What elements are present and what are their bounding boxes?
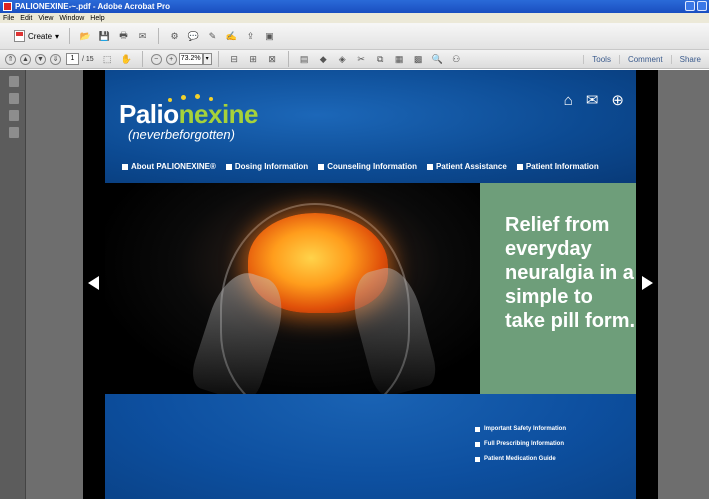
create-pdf-icon [14, 30, 25, 42]
task-panes: Tools Comment Share [583, 50, 709, 69]
full-screen-icon[interactable]: ⊠ [266, 53, 279, 66]
maximize-button[interactable] [697, 1, 707, 11]
find-icon[interactable]: 🔍 [431, 53, 444, 66]
window-controls [685, 1, 707, 11]
site-header: Palionexine (neverbeforgotten) ⌂ ✉ ⊕ Abo… [105, 70, 636, 183]
stamp-icon[interactable]: ▣ [263, 30, 276, 43]
navigation-pane [0, 70, 26, 499]
nav-about[interactable]: About PALIONEXINE® [122, 162, 216, 171]
last-page-icon[interactable]: ⇓ [50, 53, 61, 65]
first-page-icon[interactable]: ⇑ [5, 53, 16, 65]
previous-slide-arrow-icon[interactable] [88, 276, 99, 290]
hand-tool-icon[interactable]: ✋ [120, 53, 133, 66]
site-footer-area: Important Safety Information Full Prescr… [105, 394, 636, 499]
create-button[interactable]: Create ▾ [10, 28, 63, 44]
link-prescribing-information[interactable]: Full Prescribing Information [475, 441, 566, 447]
page-count: / 15 [82, 55, 94, 63]
zoom-dropdown-icon[interactable]: ▾ [202, 53, 212, 65]
minimize-button[interactable] [685, 1, 695, 11]
pdf-page: Palionexine (neverbeforgotten) ⌂ ✉ ⊕ Abo… [83, 70, 658, 499]
previous-page-icon[interactable]: ▲ [20, 53, 31, 65]
nav-dosing[interactable]: Dosing Information [226, 162, 308, 171]
menu-edit[interactable]: Edit [20, 15, 32, 22]
acrobat-app-icon [3, 2, 12, 11]
chevron-down-icon: ▾ [55, 31, 60, 41]
main-toolbar: Create ▾ 📂 💾 🖶 ✉ ⚙ 💬 ✎ ✍ ⇪ ▣ [0, 23, 709, 50]
export-icon[interactable]: ⇪ [244, 30, 257, 43]
link-safety-information[interactable]: Important Safety Information [475, 426, 566, 432]
document-area[interactable]: Palionexine (neverbeforgotten) ⌂ ✉ ⊕ Abo… [26, 70, 709, 499]
info-links: Important Safety Information Full Prescr… [475, 426, 566, 471]
toolbar-separator [158, 28, 160, 44]
create-label: Create [28, 31, 53, 41]
nav-counseling[interactable]: Counseling Information [318, 162, 417, 171]
toolbar-separator [141, 51, 143, 67]
header-icons: ⌂ ✉ ⊕ [564, 93, 624, 108]
title-bar: PALIONEXINE-~.pdf - Adobe Acrobat Pro [0, 0, 709, 13]
next-page-icon[interactable]: ▼ [35, 53, 46, 65]
sign-icon[interactable]: ✍ [225, 30, 238, 43]
window-title: PALIONEXINE-~.pdf - Adobe Acrobat Pro [15, 2, 171, 11]
comment-icon[interactable]: 💬 [187, 30, 200, 43]
site-logo[interactable]: Palionexine [119, 99, 259, 130]
hero-image [105, 183, 480, 394]
menu-view[interactable]: View [38, 15, 53, 22]
binoculars-icon[interactable]: ⚇ [450, 53, 463, 66]
cut-icon[interactable]: ✂ [355, 53, 368, 66]
settings-icon[interactable]: ⚙ [168, 30, 181, 43]
tag-icon[interactable]: ◈ [336, 53, 349, 66]
save-icon[interactable]: 💾 [98, 30, 111, 43]
attachments-icon[interactable] [9, 110, 19, 121]
paste-icon[interactable]: ▦ [393, 53, 406, 66]
open-icon[interactable]: 📂 [79, 30, 92, 43]
menu-window[interactable]: Window [59, 15, 84, 22]
copy-icon[interactable]: ⧉ [374, 53, 387, 66]
bookmarks-icon[interactable] [9, 93, 19, 104]
fit-width-icon[interactable]: ⊞ [247, 53, 260, 66]
menu-bar: File Edit View Window Help [0, 13, 709, 23]
logo-tagline: (neverbeforgotten) [128, 127, 235, 142]
zoom-level-input[interactable]: 73.2% [178, 53, 203, 65]
email-icon[interactable]: ✉ [136, 30, 149, 43]
menu-help[interactable]: Help [90, 15, 104, 22]
zoom-out-icon[interactable]: − [150, 53, 162, 65]
page-number-input[interactable]: 1 [66, 53, 79, 65]
pages-icon[interactable] [9, 76, 19, 87]
toolbar-separator [287, 51, 289, 67]
select-tool-icon[interactable]: ⬚ [101, 53, 114, 66]
link-medication-guide[interactable]: Patient Medication Guide [475, 456, 566, 462]
zoom-in-icon[interactable]: + [165, 53, 177, 65]
signatures-icon[interactable] [9, 127, 19, 138]
save-copy-icon[interactable]: ▤ [298, 53, 311, 66]
site-nav: About PALIONEXINE® Dosing Information Co… [122, 162, 599, 171]
share-pane-button[interactable]: Share [670, 55, 709, 64]
hero-headline: Relief from everyday neuralgia in a simp… [505, 214, 636, 332]
sticky-note-icon[interactable]: ✎ [206, 30, 219, 43]
menu-file[interactable]: File [3, 15, 14, 22]
bookmark-icon[interactable]: ◆ [317, 53, 330, 66]
hero-text-panel: Relief from everyday neuralgia in a simp… [480, 183, 636, 394]
nav-patient-assistance[interactable]: Patient Assistance [427, 162, 507, 171]
toolbar-separator [217, 51, 219, 67]
toolbar-separator [69, 28, 71, 44]
snapshot-icon[interactable]: ▩ [412, 53, 425, 66]
home-icon[interactable]: ⌂ [564, 93, 573, 108]
print-icon[interactable]: 🖶 [117, 30, 130, 43]
mail-icon[interactable]: ✉ [586, 93, 599, 108]
comment-pane-button[interactable]: Comment [618, 55, 671, 64]
tools-pane-button[interactable]: Tools [583, 55, 619, 64]
navigation-toolbar: ⇑ ▲ ▼ ⇓ 1 / 15 ⬚ ✋ − + 73.2% ▾ ⊟ ⊞ ⊠ ▤ ◆… [0, 50, 709, 69]
nav-patient-information[interactable]: Patient Information [517, 162, 599, 171]
next-slide-arrow-icon[interactable] [642, 276, 653, 290]
globe-icon[interactable]: ⊕ [611, 93, 624, 108]
fit-page-icon[interactable]: ⊟ [228, 53, 241, 66]
